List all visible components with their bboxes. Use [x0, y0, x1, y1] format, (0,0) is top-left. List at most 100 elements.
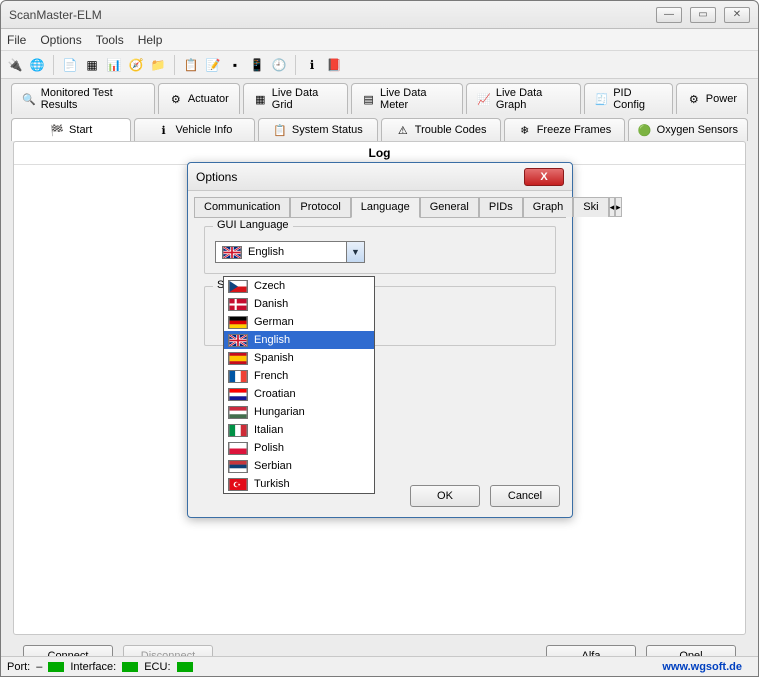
grid2-icon: ▦	[254, 92, 267, 106]
status-link[interactable]: www.wgsoft.de	[662, 661, 742, 673]
menu-tools[interactable]: Tools	[96, 33, 124, 47]
gui-language-combo-value: English	[248, 246, 284, 258]
lang-serbian[interactable]: Serbian	[224, 457, 374, 475]
lang-italian[interactable]: Italian	[224, 421, 374, 439]
doc-icon[interactable]: 📄	[60, 55, 80, 75]
flag-pl-icon	[228, 442, 248, 455]
lang-czech[interactable]: Czech	[224, 277, 374, 295]
tab-live-data-grid[interactable]: ▦Live Data Grid	[243, 83, 348, 114]
search-icon: 🔍	[22, 92, 36, 106]
group-gui-language: GUI Language English ▼	[204, 226, 556, 274]
dlgtab-ski[interactable]: Ski	[573, 197, 608, 217]
flag-hu-icon	[228, 406, 248, 419]
lang-english[interactable]: English	[224, 331, 374, 349]
tab-actuator[interactable]: ⚙Actuator	[158, 83, 240, 114]
menu-file[interactable]: File	[7, 33, 26, 47]
tab-vehicle-info[interactable]: ℹVehicle Info	[134, 118, 254, 141]
tab-live-data-meter[interactable]: ▤Live Data Meter	[351, 83, 463, 114]
dialog-title: Options	[196, 170, 237, 184]
window-title: ScanMaster-ELM	[9, 8, 656, 22]
graph-icon: 📈	[477, 92, 491, 106]
folder-icon[interactable]: 📁	[148, 55, 168, 75]
flag-gb2-icon	[228, 334, 248, 347]
flag-cz-icon	[228, 280, 248, 293]
connect-icon[interactable]: 🔌	[5, 55, 25, 75]
group-gui-language-label: GUI Language	[213, 219, 293, 231]
info-icon[interactable]: ℹ	[302, 55, 322, 75]
tab-freeze-frames[interactable]: ❄Freeze Frames	[504, 118, 624, 141]
status-port-led-icon	[48, 662, 64, 672]
dlgtab-communication[interactable]: Communication	[194, 197, 290, 217]
flag-gb-icon	[222, 246, 242, 259]
pid-icon: 🧾	[595, 92, 609, 106]
menu-options[interactable]: Options	[40, 33, 81, 47]
tab-live-data-graph[interactable]: 📈Live Data Graph	[466, 83, 580, 114]
tab-power[interactable]: ⚙Power	[676, 83, 748, 114]
freeze-icon: ❄	[518, 123, 532, 137]
compass-icon[interactable]: 🧭	[126, 55, 146, 75]
dlgtab-general[interactable]: General	[420, 197, 479, 217]
dialog-titlebar: Options X	[188, 163, 572, 191]
maximize-button[interactable]: ▭	[690, 7, 716, 23]
grid-icon[interactable]: ▦	[82, 55, 102, 75]
dlgtab-language[interactable]: Language	[351, 197, 420, 218]
lang-polish[interactable]: Polish	[224, 439, 374, 457]
status-interface-label: Interface:	[70, 661, 116, 673]
device-icon[interactable]: 📱	[247, 55, 267, 75]
status-port-label: Port:	[7, 661, 30, 673]
menu-help[interactable]: Help	[138, 33, 163, 47]
dialog-close-button[interactable]: X	[524, 168, 564, 186]
dialog-tabs: Communication Protocol Language General …	[188, 191, 572, 217]
flag-rs-icon	[228, 460, 248, 473]
lang-croatian[interactable]: Croatian	[224, 385, 374, 403]
flag-hr-icon	[228, 388, 248, 401]
status-port-dash: –	[36, 661, 42, 673]
titlebar: ScanMaster-ELM — ▭ ✕	[1, 1, 758, 29]
ok-button[interactable]: OK	[410, 485, 480, 507]
lang-danish[interactable]: Danish	[224, 295, 374, 313]
statusbar: Port: – Interface: ECU: www.wgsoft.de	[1, 656, 758, 676]
chevron-down-icon[interactable]: ▼	[346, 242, 364, 262]
gui-language-combo[interactable]: English ▼	[215, 241, 365, 263]
globe-icon[interactable]: 🌐	[27, 55, 47, 75]
status-ecu-label: ECU:	[144, 661, 170, 673]
oxygen-icon: 🟢	[638, 123, 652, 137]
cancel-button[interactable]: Cancel	[490, 485, 560, 507]
gear-yellow-icon: ⚙	[169, 92, 183, 106]
toolbar: 🔌 🌐 📄 ▦ 📊 🧭 📁 📋 📝 ▪ 📱 🕘 ℹ 📕	[1, 51, 758, 79]
dlgtab-graph[interactable]: Graph	[523, 197, 574, 217]
edit-icon[interactable]: 📝	[203, 55, 223, 75]
tab-oxygen-sensors[interactable]: 🟢Oxygen Sensors	[628, 118, 748, 141]
tab-monitored-test-results[interactable]: 🔍Monitored Test Results	[11, 83, 155, 114]
dlgtab-protocol[interactable]: Protocol	[290, 197, 350, 217]
tabrow-upper: 🔍Monitored Test Results ⚙Actuator ▦Live …	[1, 79, 758, 114]
exit-icon[interactable]: 📕	[324, 55, 344, 75]
menubar: File Options Tools Help	[1, 29, 758, 51]
lang-french[interactable]: French	[224, 367, 374, 385]
chart-icon[interactable]: 📊	[104, 55, 124, 75]
flag-de-icon	[228, 316, 248, 329]
clipboard-icon: 📋	[273, 123, 287, 137]
lang-hungarian[interactable]: Hungarian	[224, 403, 374, 421]
tabrow-lower: 🏁Start ℹVehicle Info 📋System Status ⚠Tro…	[1, 114, 758, 141]
status-ecu-led-icon	[177, 662, 193, 672]
terminal-icon[interactable]: ▪	[225, 55, 245, 75]
tab-trouble-codes[interactable]: ⚠Trouble Codes	[381, 118, 501, 141]
meter-icon: ▤	[362, 92, 375, 106]
tab-pid-config[interactable]: 🧾PID Config	[584, 83, 673, 114]
flag-fr-icon	[228, 370, 248, 383]
tab-start[interactable]: 🏁Start	[11, 118, 131, 141]
dlgtab-pids[interactable]: PIDs	[479, 197, 523, 217]
lang-turkish[interactable]: Turkish	[224, 475, 374, 493]
gui-language-dropdown: Czech Danish German English Spanish Fren…	[223, 276, 375, 494]
close-button[interactable]: ✕	[724, 7, 750, 23]
clock-icon[interactable]: 🕘	[269, 55, 289, 75]
lang-german[interactable]: German	[224, 313, 374, 331]
status-interface-led-icon	[122, 662, 138, 672]
copy-icon[interactable]: 📋	[181, 55, 201, 75]
flag-tr-icon	[228, 478, 248, 491]
tab-system-status[interactable]: 📋System Status	[258, 118, 378, 141]
lang-spanish[interactable]: Spanish	[224, 349, 374, 367]
minimize-button[interactable]: —	[656, 7, 682, 23]
dialog-tabs-scroll-right[interactable]: ▸	[615, 197, 622, 217]
